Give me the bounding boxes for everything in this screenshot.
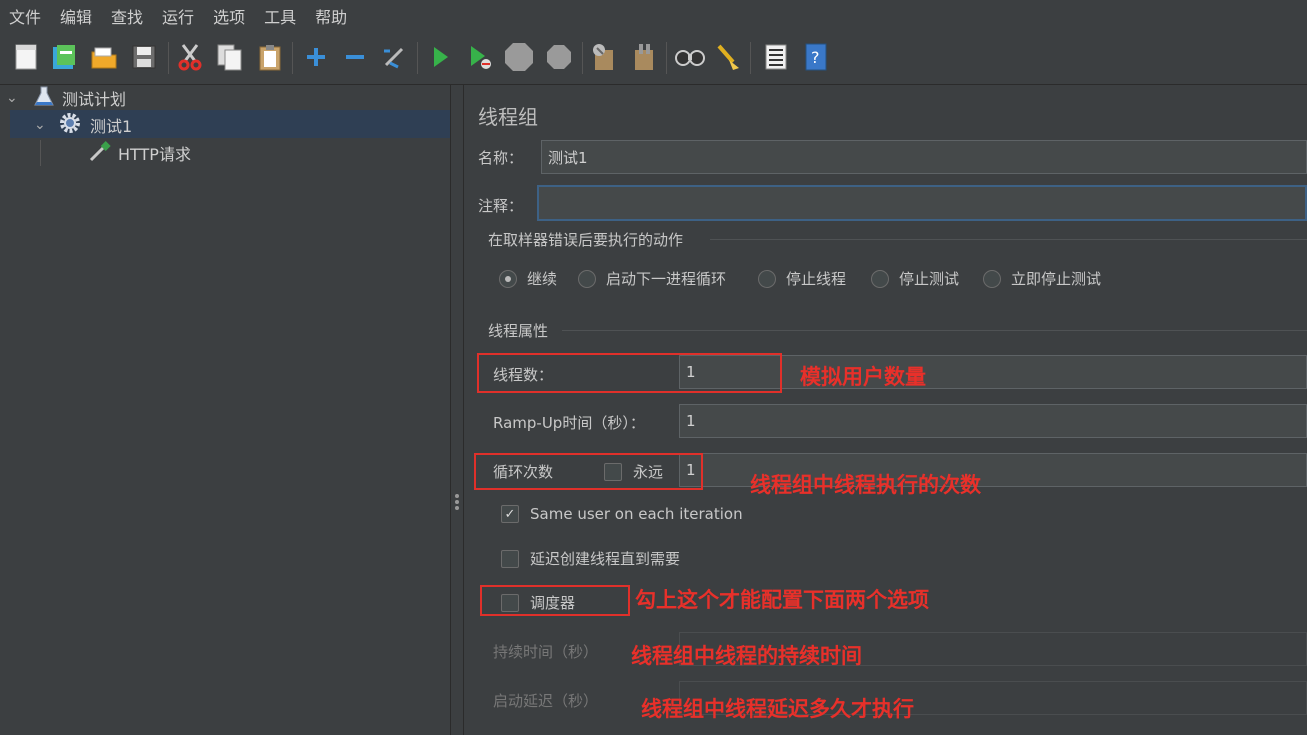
menu-search[interactable]: 查找 <box>102 4 153 28</box>
tree-node-http-request[interactable]: HTTP请求 <box>88 140 191 166</box>
tree-label-http-request: HTTP请求 <box>118 145 191 164</box>
radio-label: 立即停止测试 <box>1011 270 1102 288</box>
new-icon[interactable] <box>10 41 42 73</box>
radio-button[interactable] <box>499 269 517 288</box>
menu-run[interactable]: 运行 <box>153 4 204 28</box>
delay-create-label: 延迟创建线程直到需要 <box>530 550 681 568</box>
function-helper-icon[interactable] <box>760 41 792 73</box>
pipette-icon <box>88 139 112 167</box>
radio-stop-test[interactable]: 停止测试 <box>871 268 959 289</box>
startup-delay-label: 启动延迟（秒） <box>493 692 599 710</box>
search-icon[interactable] <box>674 41 706 73</box>
radio-stop-thread[interactable]: 停止线程 <box>758 268 846 289</box>
chevron-down-icon[interactable]: ⌄ <box>6 90 24 106</box>
panel-title: 线程组 <box>478 105 538 129</box>
threads-annotation: 模拟用户数量 <box>800 365 926 389</box>
help-icon[interactable]: ? <box>800 41 832 73</box>
error-action-section-title: 在取样器错误后要执行的动作 <box>488 231 684 249</box>
radio-button[interactable] <box>983 269 1001 288</box>
tree-node-test-plan[interactable]: ⌄ 测试计划 <box>6 85 126 111</box>
same-user-checkbox[interactable]: ✓ Same user on each iteration <box>501 505 743 523</box>
scheduler-annotation: 勾上这个才能配置下面两个选项 <box>635 588 929 612</box>
templates-icon[interactable] <box>48 41 80 73</box>
clear-icon[interactable] <box>588 41 620 73</box>
start-icon[interactable] <box>424 41 456 73</box>
shutdown-icon[interactable] <box>543 41 575 73</box>
same-user-label: Same user on each iteration <box>530 505 743 523</box>
radio-stop-test-now[interactable]: 立即停止测试 <box>983 268 1101 289</box>
expand-icon[interactable] <box>300 41 332 73</box>
collapse-icon[interactable] <box>339 41 371 73</box>
start-no-pause-icon[interactable] <box>464 41 496 73</box>
save-icon[interactable] <box>128 41 160 73</box>
clear-all-icon[interactable] <box>628 41 660 73</box>
splitter-grip-dot <box>455 494 459 498</box>
scheduler-highlight-box <box>480 585 630 616</box>
radio-continue[interactable]: 继续 <box>499 268 557 289</box>
tree-label-thread-group: 测试1 <box>90 117 133 136</box>
radio-label: 启动下一进程循环 <box>606 270 727 288</box>
checkmark-icon[interactable]: ✓ <box>501 505 519 523</box>
gear-icon <box>58 111 82 139</box>
toggle-icon[interactable] <box>378 41 410 73</box>
toolbar: ? <box>0 32 1307 85</box>
radio-label: 停止线程 <box>786 270 847 288</box>
tree-label-test-plan: 测试计划 <box>62 90 127 109</box>
rampup-label: Ramp-Up时间（秒）： <box>493 414 645 432</box>
reset-search-icon[interactable] <box>712 41 744 73</box>
duration-label: 持续时间（秒） <box>493 643 599 661</box>
duration-annotation: 线程组中线程的持续时间 <box>631 644 862 668</box>
stop-icon[interactable] <box>503 41 535 73</box>
radio-button[interactable] <box>578 269 596 288</box>
delay-annotation: 线程组中线程延迟多久才执行 <box>641 697 914 721</box>
chevron-down-icon[interactable]: ⌄ <box>34 117 52 133</box>
thread-props-section-title: 线程属性 <box>488 322 549 340</box>
tree-node-thread-group[interactable]: ⌄ 测试1 <box>34 112 132 138</box>
split-pane-divider[interactable] <box>451 85 464 735</box>
paste-icon[interactable] <box>254 41 286 73</box>
svg-text:?: ? <box>811 48 820 67</box>
delay-create-checkbox[interactable]: 延迟创建线程直到需要 <box>501 548 680 569</box>
cut-icon[interactable] <box>174 41 206 73</box>
name-field[interactable]: 测试1 <box>541 140 1307 174</box>
splitter-grip-dot <box>455 506 459 510</box>
splitter-grip-dot <box>455 500 459 504</box>
checkbox[interactable] <box>501 549 519 568</box>
radio-label: 继续 <box>527 270 558 288</box>
test-plan-tree: ⌄ 测试计划 ⌄ 测试1 HTTP请求 <box>0 85 451 735</box>
rampup-field[interactable]: 1 <box>679 404 1307 438</box>
comment-label: 注释： <box>478 197 524 215</box>
copy-icon[interactable] <box>214 41 246 73</box>
loops-annotation: 线程组中线程执行的次数 <box>750 473 981 497</box>
menu-help[interactable]: 帮助 <box>306 4 357 28</box>
menu-tools[interactable]: 工具 <box>255 4 306 28</box>
flask-icon <box>34 85 54 111</box>
radio-label: 停止测试 <box>899 270 960 288</box>
radio-start-next-loop[interactable]: 启动下一进程循环 <box>578 268 726 289</box>
thread-group-panel: 线程组 名称： 测试1 注释： 在取样器错误后要执行的动作 继续 启动下一进程循… <box>464 85 1307 735</box>
threads-highlight-box <box>477 353 782 393</box>
open-icon[interactable] <box>88 41 120 73</box>
radio-button[interactable] <box>758 269 776 288</box>
menu-file[interactable]: 文件 <box>0 4 51 28</box>
radio-button[interactable] <box>871 269 889 288</box>
loops-highlight-box <box>474 453 703 490</box>
menu-options[interactable]: 选项 <box>204 4 255 28</box>
name-label: 名称： <box>478 149 524 167</box>
comment-field[interactable] <box>537 185 1307 221</box>
menu-bar: 文件 编辑 查找 运行 选项 工具 帮助 <box>0 0 1307 32</box>
menu-edit[interactable]: 编辑 <box>51 4 102 28</box>
